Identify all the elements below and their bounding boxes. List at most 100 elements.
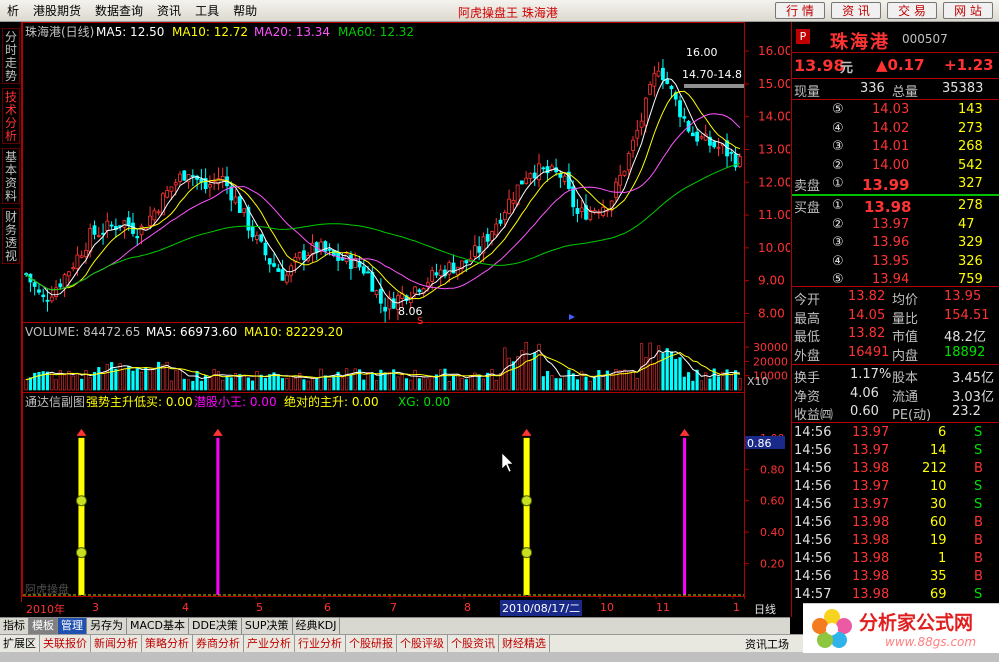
tick-time: 14:56 <box>794 569 832 584</box>
bid-volume: 278 <box>958 198 983 213</box>
indicator-tick-label: 0.20 <box>760 558 785 571</box>
tick-row: 14:56 13.98 35 B <box>792 569 999 587</box>
tick-row: 14:56 13.98 212 B <box>792 461 999 479</box>
volume-bar <box>152 367 156 391</box>
tab-related-quotes[interactable]: 关联报价 <box>40 634 91 653</box>
candle-body <box>62 274 67 289</box>
tick-side: S <box>974 425 983 440</box>
indicator-tick-label: 0.60 <box>760 495 785 508</box>
menu-item-hk-futures[interactable]: 港股期货 <box>26 2 88 19</box>
candle-body <box>558 173 563 178</box>
stat-row: 今开 13.82 均价 13.95 <box>792 289 999 308</box>
buy-marker-icon <box>75 547 87 559</box>
tab-strategy-analysis[interactable]: 策略分析 <box>142 634 193 653</box>
volume-bar <box>652 362 656 391</box>
stat-value: 13.95 <box>944 289 982 304</box>
tab-intraday[interactable]: 分时走势 <box>2 28 20 84</box>
candle-body <box>344 253 349 262</box>
menu-item-analysis[interactable]: 析 <box>0 2 26 19</box>
candle-body <box>614 181 618 198</box>
tab-template[interactable]: 模板 <box>29 617 58 635</box>
indicator-spike-bar <box>78 437 85 595</box>
volume-bar <box>494 379 498 391</box>
candle-body <box>220 175 225 180</box>
price-tick-label: 16.00 <box>758 44 790 58</box>
menu-item-news[interactable]: 资讯 <box>150 2 188 19</box>
volume-bar <box>24 379 28 391</box>
menu-item-data-query[interactable]: 数据查询 <box>88 2 150 19</box>
stat2-label: 净资 <box>794 389 821 405</box>
bid-price: 13.98 <box>864 198 912 216</box>
tab-sup[interactable]: SUP决策 <box>242 617 293 635</box>
candle-body <box>126 217 131 226</box>
volume-bar <box>443 368 447 391</box>
tick-side: B <box>974 569 983 584</box>
tab-dde[interactable]: DDE决策 <box>189 617 242 635</box>
stat2-label: 换手 <box>794 371 821 386</box>
indicator-line4: XG: 0.00 <box>398 395 450 409</box>
tab-extension-area[interactable]: 扩展区 <box>0 634 40 653</box>
website-button[interactable]: 网 站 <box>943 2 993 19</box>
volume-bar <box>319 368 323 391</box>
ask-level: ② <box>832 157 844 173</box>
tab-technical[interactable]: 技术分析 <box>2 88 20 144</box>
volume-bar <box>135 368 139 391</box>
mouse-cursor-icon <box>501 452 514 473</box>
stat-row: 最低 13.82 市值 48.2亿 <box>792 326 999 345</box>
tab-save-as[interactable]: 另存为 <box>87 617 127 635</box>
menu-item-help[interactable]: 帮助 <box>226 2 264 19</box>
candle-body <box>41 294 46 298</box>
volume-bar <box>302 379 306 391</box>
volume-bar <box>375 380 379 391</box>
quote-button[interactable]: 行 情 <box>775 2 825 19</box>
price-tick-label: 15.00 <box>758 77 790 91</box>
candle-body <box>272 263 276 267</box>
tab-macd[interactable]: MACD基本 <box>127 617 189 635</box>
tab-news-analysis[interactable]: 新闻分析 <box>91 634 142 653</box>
volume-bar <box>511 361 515 391</box>
tab-industry-chain[interactable]: 产业分析 <box>244 634 295 653</box>
volume-bar <box>289 376 293 391</box>
menu-bar: 析 港股期货 数据查询 资讯 工具 帮助 阿虎操盘王 珠海港 行 情 资 讯 交… <box>0 0 999 22</box>
price-tick-label: 8.00 <box>758 306 785 320</box>
tab-stock-research[interactable]: 个股研报 <box>346 634 397 653</box>
volume-bar <box>387 371 391 391</box>
tick-volume: 6 <box>938 425 947 440</box>
tab-sector-analysis[interactable]: 行业分析 <box>295 634 346 653</box>
volume-bar <box>251 380 255 391</box>
candle-body <box>528 173 533 179</box>
candle-body <box>122 220 127 228</box>
candle-body <box>690 132 695 137</box>
candle-body <box>237 196 242 213</box>
tab-financials[interactable]: 财务透视 <box>2 208 20 264</box>
stat-row: 最高 14.05 量比 154.51 <box>792 308 999 327</box>
stat-label: 最高 <box>794 311 821 327</box>
tab-fundamentals[interactable]: 基本资料 <box>2 148 20 204</box>
tab-indicator[interactable]: 指标 <box>0 617 29 635</box>
menu-item-tools[interactable]: 工具 <box>188 2 226 19</box>
tab-stock-rating[interactable]: 个股评级 <box>397 634 448 653</box>
candle-body <box>84 249 88 257</box>
tab-kdj[interactable]: 经典KDJ <box>293 617 341 635</box>
tab-finance-picks[interactable]: 财经精选 <box>499 634 550 653</box>
tab-manage[interactable]: 管理 <box>58 617 87 635</box>
news-button[interactable]: 资 讯 <box>831 2 881 19</box>
candle-body <box>455 266 460 276</box>
tab-stock-news[interactable]: 个股资讯 <box>448 634 499 653</box>
period-label[interactable]: 日线 <box>754 601 776 617</box>
date-month-10: 10 <box>600 601 614 614</box>
tab-broker-analysis[interactable]: 券商分析 <box>193 634 244 653</box>
tick-row: 14:56 13.97 30 S <box>792 497 999 515</box>
ask-row: ③ 14.01 268 <box>792 139 999 157</box>
tick-side: B <box>974 515 983 530</box>
info-workshop-label[interactable]: 资讯工场 <box>745 636 789 652</box>
kline-chart[interactable]: 珠海港(日线) MA5: 12.50 MA10: 12.72 MA20: 13.… <box>22 22 790 602</box>
candle-body <box>682 116 687 119</box>
ma20-label: MA20: 13.34 <box>254 25 330 39</box>
volume-bar <box>105 363 109 391</box>
tick-time: 14:56 <box>794 479 832 494</box>
date-axis-row: 2010年 3 4 5 6 7 8 2010/08/17/二 10 11 1 日… <box>22 599 790 617</box>
volume-bar <box>280 378 285 391</box>
volume-bar <box>592 377 597 391</box>
trade-button[interactable]: 交 易 <box>887 2 937 19</box>
